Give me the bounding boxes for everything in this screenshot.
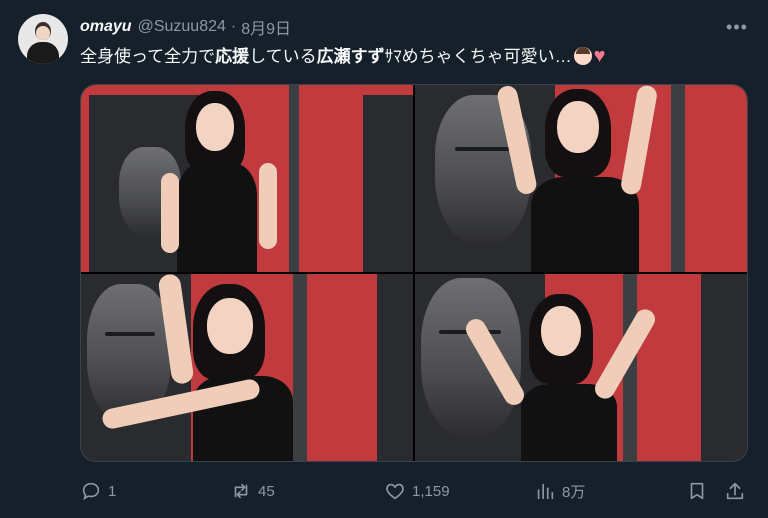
poster-eyes [455,147,511,151]
pillar [289,85,299,272]
tweet[interactable]: omayu @Suzuu824 · 8月9日 ••• 全身使って全力で応援してい… [0,0,768,518]
share-button[interactable] [724,476,746,506]
author-handle[interactable]: @Suzuu824 [138,18,226,36]
tweet-text-part: している [249,47,317,66]
bookmark-icon [690,482,704,500]
tweet-text: 全身使って全力で応援している広瀬すずｻﾏめちゃくちゃ可愛い… ♥ [80,44,606,69]
retweet-button[interactable]: 45 [230,476,275,506]
like-icon [386,483,404,500]
woman-face [557,101,599,153]
views-button[interactable]: 8万 [534,476,585,506]
arm [259,163,277,249]
separator-dot: · [230,18,237,35]
author-name[interactable]: omayu [80,18,132,36]
poster-eyes [105,332,155,336]
tweet-header: omayu @Suzuu824 · 8月9日 [80,16,291,38]
views-icon [537,483,554,500]
arm [619,85,659,196]
reply-button[interactable]: 1 [80,476,116,506]
tweet-text-part: 全身使って全力で [80,47,216,66]
woman-face [207,298,253,354]
tweet-text-part: ｻﾏめちゃくちゃ可愛い… [384,47,572,66]
retweet-icon [234,483,248,499]
woman-dress [531,177,639,272]
like-button[interactable]: 1,159 [384,476,450,506]
avatar-body [27,42,59,64]
avatar-face [36,26,50,40]
poster-face [421,278,521,438]
poster [701,274,747,461]
tweet-text-bold: 応援 [215,47,250,66]
photo-2[interactable] [415,85,747,272]
bookmark-button[interactable] [686,476,708,506]
retweet-count: 45 [258,482,275,500]
tweet-text-bold: 広瀬すず [316,47,385,66]
action-bar: 1 45 1,159 8万 [80,476,750,506]
media-grid [80,84,748,462]
arm [161,173,179,253]
photo-3[interactable] [81,274,413,461]
tweet-date[interactable]: 8月9日 [241,15,291,39]
reply-icon [82,482,100,501]
pillar [671,85,685,272]
poster [377,274,413,461]
poster [363,95,413,272]
views-count: 8万 [562,483,586,501]
photo-4[interactable] [415,274,747,461]
woman-dress [177,163,257,272]
photo-1[interactable] [81,85,413,272]
heart-emoji-icon: ♥ [593,45,606,67]
woman-face [196,103,234,151]
share-icon [726,482,744,500]
more-dots-icon[interactable]: ••• [724,16,750,38]
pillar [293,274,307,461]
avatar[interactable] [18,14,68,64]
woman-face [541,306,581,356]
person-emoji-icon [573,47,592,65]
like-count: 1,159 [412,482,450,500]
reply-count: 1 [108,482,117,500]
